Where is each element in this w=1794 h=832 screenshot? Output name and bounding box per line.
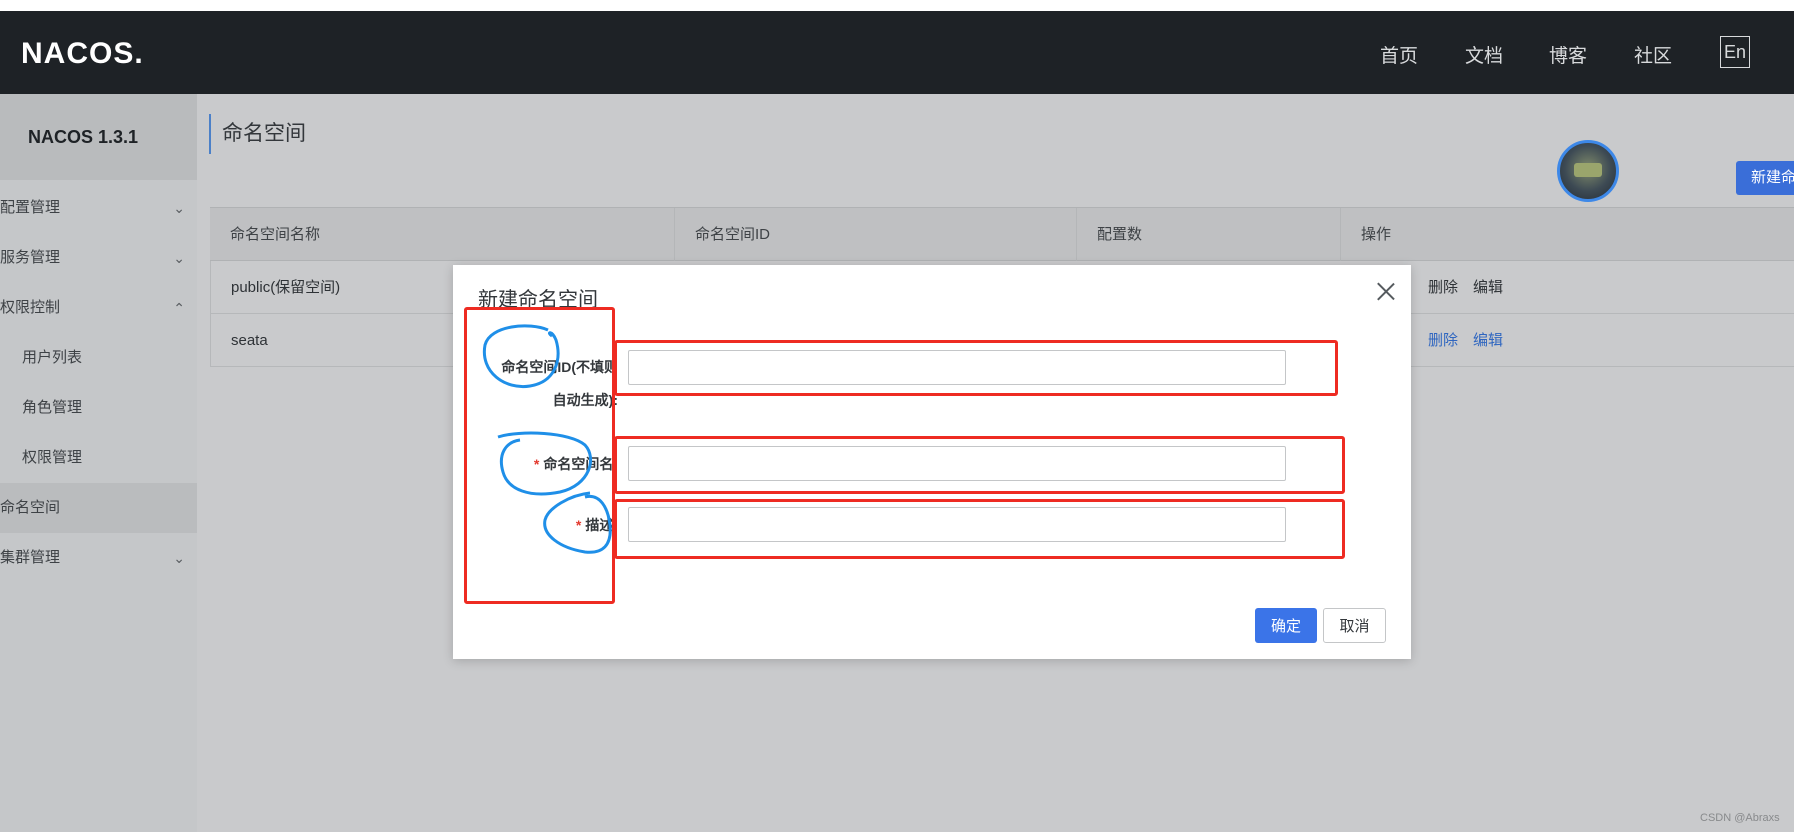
cancel-button[interactable]: 取消 [1323,608,1386,643]
namespace-name-cell: public(保留空间) [231,279,341,296]
namespace-name-input[interactable] [628,446,1286,481]
language-switch-button[interactable]: En [1720,36,1750,68]
namespace-id-label-line2: 自动生成): [552,392,618,408]
edit-link[interactable]: 编辑 [1473,314,1503,367]
avatar[interactable] [1557,140,1619,202]
namespace-name-label: * 命名空间名: [480,454,618,474]
description-label: * 描述: [480,515,618,535]
app-screen: NACOS. 首页 文档 博客 社区 En NACOS 1.3.1 配置管理 ⌄… [0,0,1794,832]
nav-docs-link[interactable]: 文档 [1465,41,1503,68]
sidebar-item-access-control[interactable]: 权限控制 ⌃ [0,283,197,333]
edit-link[interactable]: 编辑 [1473,261,1503,314]
nav-home-link[interactable]: 首页 [1380,41,1418,68]
sidebar-item-label: 角色管理 [22,399,83,416]
new-namespace-dialog: 新建命名空间 命名空间ID(不填则 自动生成): * 命名空间名: * 描述: 确定… [453,265,1411,659]
nav-blog-link[interactable]: 博客 [1549,41,1587,68]
new-namespace-button[interactable]: 新建命 [1736,161,1794,195]
page-title: 命名空间 [209,114,306,154]
chevron-down-icon: ⌄ [173,550,185,566]
chevron-down-icon: ⌄ [173,250,185,266]
description-input[interactable] [628,507,1286,542]
namespace-id-label: 命名空间ID(不填则 自动生成): [480,357,618,410]
required-mark: * [533,456,540,472]
delete-link[interactable]: 删除 [1428,261,1458,314]
sidebar: NACOS 1.3.1 配置管理 ⌄ 服务管理 ⌄ 权限控制 ⌃ 用户列表 角色… [0,94,197,832]
sidebar-item-label: 权限管理 [22,449,83,466]
column-header-name: 命名空间名称 [230,226,321,243]
sidebar-item-label: 用户列表 [22,349,83,366]
version-label: NACOS 1.3.1 [0,94,197,180]
sidebar-item-cluster[interactable]: 集群管理 ⌄ [0,533,197,583]
namespace-name-cell: seata [231,332,268,349]
close-icon[interactable] [1374,279,1398,303]
nav-community-link[interactable]: 社区 [1634,41,1672,68]
sidebar-item-label: 配置管理 [0,199,61,216]
watermark: CSDN @Abraxs [1700,812,1780,824]
description-label-text: 描述: [585,517,618,533]
chevron-down-icon: ⌄ [173,200,185,216]
dialog-title: 新建命名空间 [478,289,598,311]
chevron-up-icon: ⌃ [173,300,185,316]
sidebar-item-config[interactable]: 配置管理 ⌄ [0,183,197,233]
column-header-actions: 操作 [1340,208,1391,262]
namespace-id-input[interactable] [628,350,1286,385]
sidebar-item-namespace[interactable]: 命名空间 [0,483,197,533]
sidebar-item-label: 命名空间 [0,499,61,516]
delete-link[interactable]: 删除 [1428,314,1458,367]
column-header-id: 命名空间ID [674,208,770,262]
sidebar-item-service[interactable]: 服务管理 ⌄ [0,233,197,283]
sidebar-item-label: 集群管理 [0,549,61,566]
nacos-logo[interactable]: NACOS. [21,37,144,71]
required-mark: * [575,517,582,533]
top-nav-bar: NACOS. 首页 文档 博客 社区 En [0,11,1794,94]
sidebar-item-user-list[interactable]: 用户列表 [0,333,197,383]
namespace-id-label-line1: 命名空间ID(不填则 [501,359,618,375]
table-header: 命名空间名称 命名空间ID 配置数 操作 [210,207,1794,262]
column-header-config-count: 配置数 [1076,208,1142,262]
sidebar-item-label: 服务管理 [0,249,61,266]
namespace-name-label-text: 命名空间名: [543,456,618,472]
confirm-button[interactable]: 确定 [1255,608,1317,643]
sidebar-item-role-management[interactable]: 角色管理 [0,383,197,433]
sidebar-item-label: 权限控制 [0,299,61,316]
sidebar-item-permission-management[interactable]: 权限管理 [0,433,197,483]
